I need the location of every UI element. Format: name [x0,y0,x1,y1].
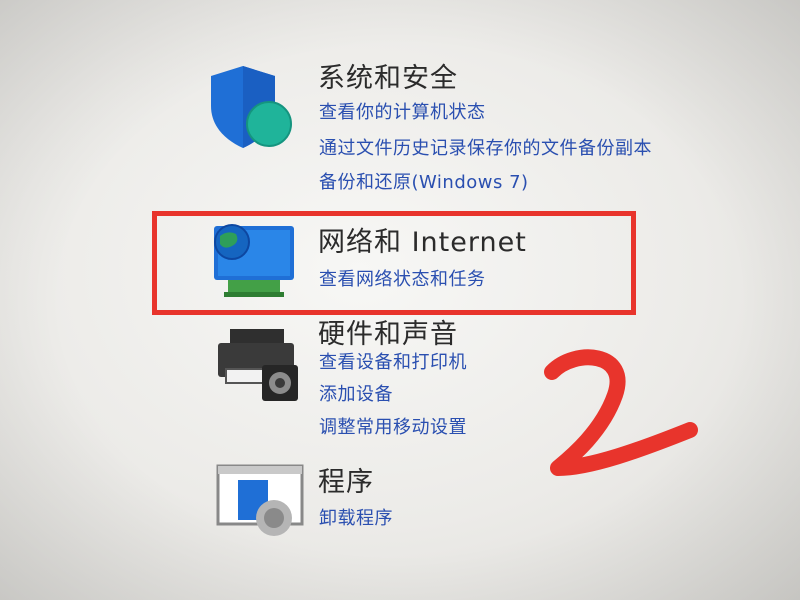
shield-icon[interactable] [205,62,295,156]
category-title-programs[interactable]: 程序 [318,460,374,499]
programs-icon[interactable] [214,462,306,542]
link-view-computer-status[interactable]: 查看你的计算机状态 [319,98,486,124]
link-file-history-backup[interactable]: 通过文件历史记录保存你的文件备份副本 [319,134,652,160]
link-mobility-settings[interactable]: 调整常用移动设置 [319,413,467,439]
link-add-device[interactable]: 添加设备 [319,380,393,406]
link-uninstall-program[interactable]: 卸载程序 [319,504,393,530]
category-title-system-security[interactable]: 系统和安全 [318,56,458,95]
handwritten-number-2 [530,340,720,514]
highlight-box [152,211,636,315]
link-backup-restore[interactable]: 备份和还原(Windows 7) [319,168,529,194]
link-view-devices-printers[interactable]: 查看设备和打印机 [319,348,467,374]
category-title-hardware-sound[interactable]: 硬件和声音 [318,312,458,351]
printer-speaker-icon[interactable] [212,325,304,409]
